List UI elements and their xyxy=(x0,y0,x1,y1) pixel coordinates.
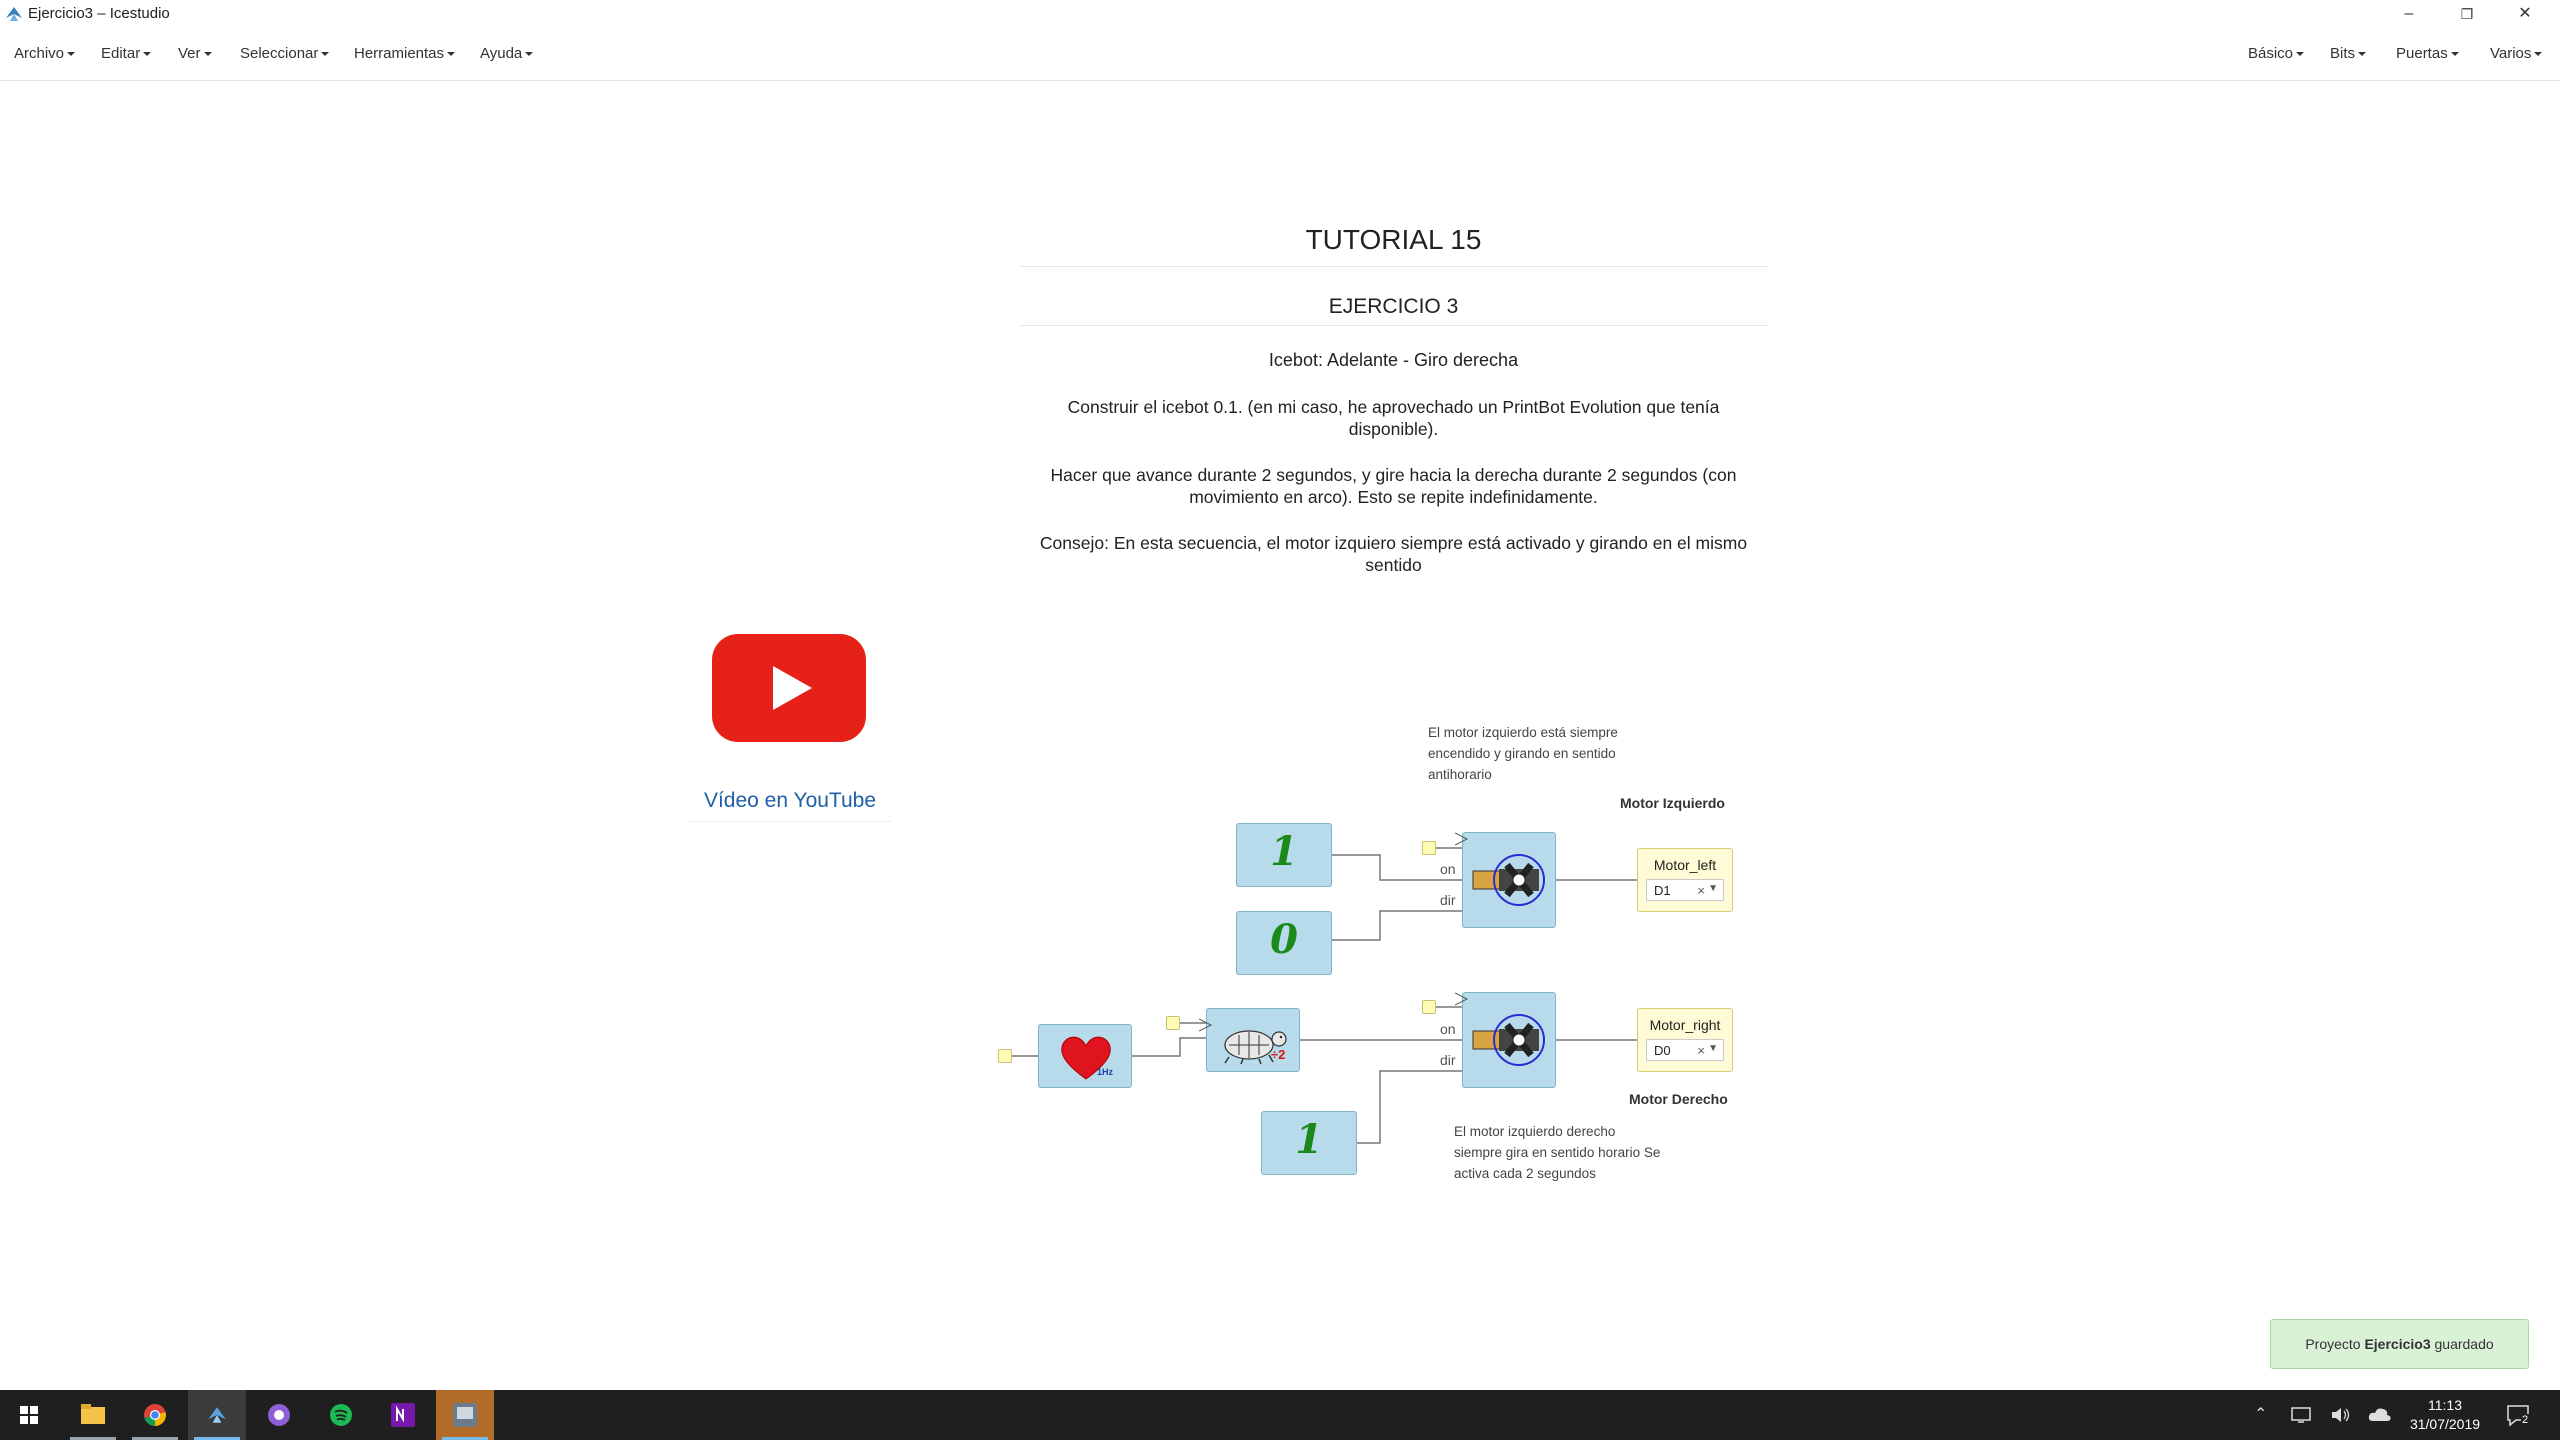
motor-right-block[interactable] xyxy=(1455,992,1556,1088)
heart-frequency: 1Hz xyxy=(1097,1067,1114,1077)
prescaler-input-port[interactable] xyxy=(1166,1016,1180,1030)
label-motor-derecho: Motor Derecho xyxy=(1629,1091,1728,1107)
motor-icon xyxy=(1472,854,1545,906)
onenote-icon xyxy=(391,1403,415,1427)
pin-value: D1 xyxy=(1654,883,1671,898)
port-label-dir: dir xyxy=(1440,892,1456,908)
clear-icon[interactable]: × xyxy=(1697,883,1705,898)
taskbar-onenote[interactable] xyxy=(374,1390,432,1440)
port-label-dir: dir xyxy=(1440,1052,1456,1068)
file-explorer-icon xyxy=(81,1404,105,1424)
output-pin-motor-left[interactable]: Motor_left D1 × ▼ xyxy=(1637,848,1733,912)
github-icon xyxy=(268,1404,290,1426)
pin-name: Motor_right xyxy=(1649,1017,1721,1033)
motor-left-block[interactable] xyxy=(1455,832,1556,928)
constant-one-block[interactable]: 1 xyxy=(1261,1111,1357,1175)
volume-icon[interactable] xyxy=(2330,1405,2352,1425)
note-left-motor: El motor izquierdo está siempre encendid… xyxy=(1428,725,1618,782)
spotify-icon xyxy=(330,1404,352,1426)
taskbar-github[interactable] xyxy=(250,1390,308,1440)
clock-time: 11:13 xyxy=(2428,1397,2462,1413)
note-right-motor: El motor izquierdo derecho siempre gira … xyxy=(1454,1124,1661,1181)
saved-notification: Proyecto Ejercicio3 guardado xyxy=(2270,1319,2529,1369)
clock-date: 31/07/2019 xyxy=(2409,1416,2481,1432)
pin-select[interactable]: D1 × ▼ xyxy=(1646,879,1724,901)
toast-prefix: Proyecto xyxy=(2305,1336,2365,1352)
taskbar-chrome[interactable] xyxy=(126,1390,184,1440)
toast-project-name: Ejercicio3 xyxy=(2364,1336,2431,1352)
prescaler-block[interactable]: ÷2 xyxy=(1199,1008,1300,1072)
clock-edge-icon xyxy=(1199,1018,1213,1032)
motor-right-clock-port[interactable] xyxy=(1422,1000,1436,1014)
label-motor-izquierdo: Motor Izquierdo xyxy=(1620,795,1725,811)
output-pin-motor-right[interactable]: Motor_right D0 × ▼ xyxy=(1637,1008,1733,1072)
heart-clock-block[interactable]: 1Hz xyxy=(1038,1024,1132,1088)
taskbar-icestudio[interactable] xyxy=(188,1390,246,1440)
icestudio-icon xyxy=(208,1407,226,1423)
port-label-on: on xyxy=(1440,861,1456,877)
chevron-down-icon[interactable]: ▼ xyxy=(1708,1043,1718,1054)
action-center-button[interactable]: 2 xyxy=(2506,1402,2532,1428)
notification-count: 2 xyxy=(2521,1414,2530,1426)
constant-value: 0 xyxy=(1270,916,1298,963)
chrome-icon xyxy=(144,1404,166,1426)
windows-start-icon xyxy=(20,1406,38,1424)
taskbar-active-app[interactable] xyxy=(436,1390,494,1440)
constant-zero-block[interactable]: 0 xyxy=(1236,911,1332,975)
taskbar-file-explorer[interactable] xyxy=(64,1390,122,1440)
pin-name: Motor_left xyxy=(1653,857,1717,873)
taskbar: ⌃ 11:13 31/07/2019 2 xyxy=(0,1390,2560,1440)
constant-one-block[interactable]: 1 xyxy=(1236,823,1332,887)
toast-suffix: guardado xyxy=(2430,1336,2494,1352)
pin-select[interactable]: D0 × ▼ xyxy=(1646,1039,1724,1061)
clock-edge-icon xyxy=(1455,832,1469,846)
motor-left-clock-port[interactable] xyxy=(1422,841,1436,855)
port-label-on: on xyxy=(1440,1021,1456,1037)
clock[interactable]: 11:13 31/07/2019 xyxy=(2380,1396,2510,1434)
chevron-down-icon[interactable]: ▼ xyxy=(1708,883,1718,894)
start-button[interactable] xyxy=(0,1390,58,1440)
circuit-wires xyxy=(1012,847,1637,1144)
app-icon xyxy=(453,1403,477,1427)
taskbar-spotify[interactable] xyxy=(312,1390,370,1440)
pin-value: D0 xyxy=(1654,1043,1671,1058)
heart-input-port[interactable] xyxy=(998,1049,1012,1063)
clock-edge-icon xyxy=(1455,992,1469,1006)
constant-value: 1 xyxy=(1295,1116,1323,1163)
prescaler-factor: ÷2 xyxy=(1271,1047,1286,1062)
motor-icon xyxy=(1472,1014,1545,1066)
network-icon[interactable] xyxy=(2290,1406,2312,1424)
constant-value: 1 xyxy=(1270,828,1298,875)
show-hidden-icons-icon[interactable]: ⌃ xyxy=(2254,1404,2267,1424)
clear-icon[interactable]: × xyxy=(1697,1043,1705,1058)
